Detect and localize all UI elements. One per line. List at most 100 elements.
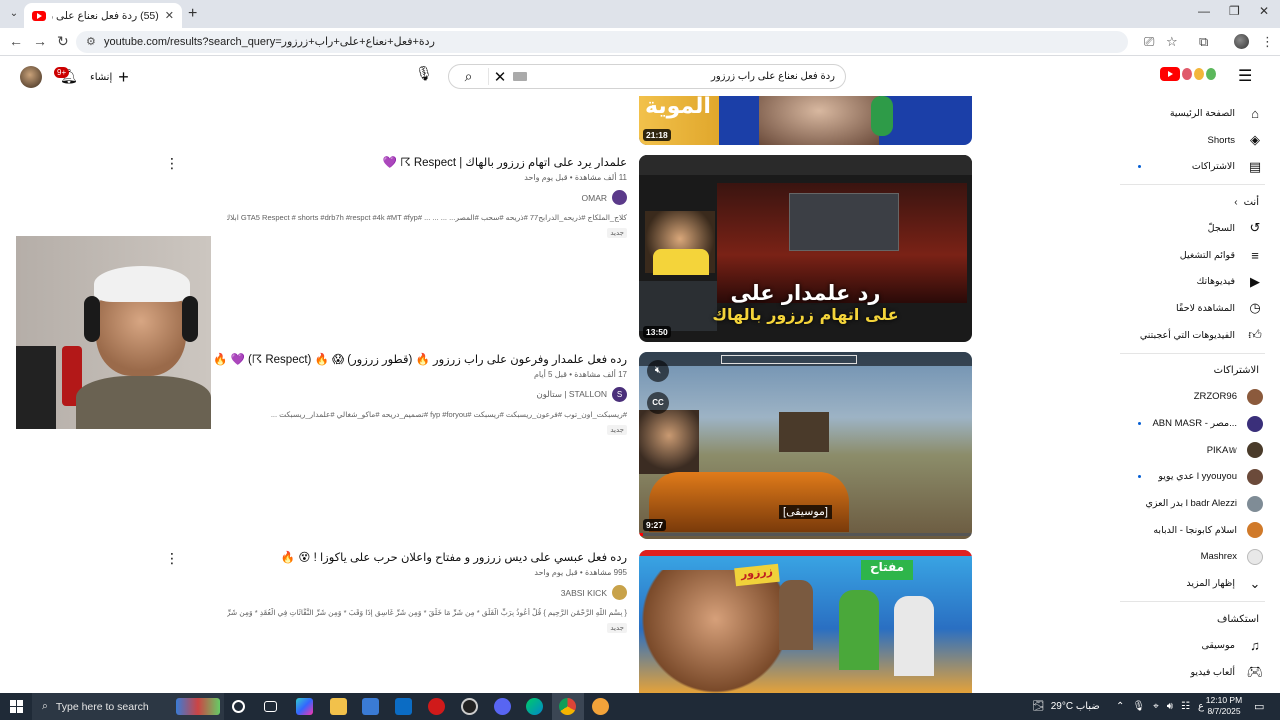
video-thumbnail[interactable]: رد علمدار على على اتهام زرزور بالهاك 13:… (639, 155, 972, 342)
clear-search-icon[interactable]: ✕ (489, 68, 511, 86)
sidebar-item-shorts[interactable]: Shorts ◈ (1120, 127, 1265, 154)
create-button[interactable]: إنشاء + (90, 66, 140, 88)
sidebar-item-home[interactable]: الصفحة الرئيسية ⌂ (1120, 100, 1265, 127)
account-avatar[interactable] (20, 66, 42, 88)
sidebar-channel[interactable]: عدي يويو l yyouyou (1120, 464, 1265, 491)
taskbar-clock[interactable]: 12:10 PM 8/7/2025 (1200, 695, 1248, 717)
opera-icon[interactable] (428, 698, 445, 715)
extensions-icon[interactable]: ⧉ (1199, 34, 1208, 50)
voice-search-mic-icon[interactable]: 🎙︎ (413, 65, 435, 87)
task-view-icon[interactable] (264, 701, 277, 712)
video-title[interactable]: رده فعل عبسي على ديس زرزور و مفتاح واعلا… (227, 550, 627, 566)
captions-icon[interactable]: CC (647, 392, 669, 414)
channel-avatar[interactable] (612, 190, 627, 205)
browser-tab[interactable]: (55) ردة فعل نعناع على راب زرزور ✕ (24, 3, 182, 28)
sidebar-channel[interactable]: ABN MASR - مصر... (1120, 410, 1265, 437)
sidebar-item-watch-later[interactable]: المشاهدة لاحقًا ◷ (1120, 295, 1265, 322)
sidebar-item-playlists[interactable]: قوائم التشغيل ≡ (1120, 242, 1265, 269)
video-title[interactable]: علمدار يرد على اتهام زرزور بالهاك | Resp… (227, 155, 627, 171)
more-actions-icon[interactable]: ⋮ (165, 550, 179, 567)
youtube-logo-icon (1160, 67, 1180, 81)
search-box[interactable]: ⌕ ✕ ردة فعل نعناع على راب زرزور (448, 64, 846, 89)
notification-center-icon[interactable]: ▭ (1254, 700, 1264, 713)
edge-icon[interactable] (526, 698, 543, 715)
search-icon[interactable]: ⌕ (449, 68, 489, 85)
video-duration: 13:50 (643, 326, 671, 338)
app-icon[interactable] (592, 698, 609, 715)
channel-row[interactable]: 3ABSI KICK (227, 585, 627, 600)
address-bar[interactable]: ⚙ youtube.com/results?search_query=ردة+ف… (76, 31, 1128, 53)
video-thumbnail-top[interactable]: الموية 21:18 (639, 96, 972, 145)
sidebar-channel[interactable]: اسلام كابونجا - الدبابه (1120, 517, 1265, 544)
profile-avatar[interactable] (1234, 34, 1249, 49)
restore-icon[interactable]: ❐ (1229, 4, 1240, 18)
sidebar-channel[interactable]: PIKA𝕨 (1120, 437, 1265, 464)
window-close-icon[interactable]: ✕ (1259, 4, 1269, 18)
new-tab-icon[interactable]: + (188, 5, 197, 23)
sidebar-item-music[interactable]: موسيقى ♫ (1120, 632, 1265, 659)
file-explorer-icon[interactable] (330, 698, 347, 715)
sidebar-channel[interactable]: ZRZOR96 (1120, 384, 1265, 411)
video-result[interactable]: زرزور مفتاح ⋮ رده فعل عبسي على ديس زرزور… (165, 550, 972, 693)
channel-avatar[interactable]: S (612, 387, 627, 402)
channel-avatar (1247, 495, 1263, 512)
channel-name[interactable]: 3ABSI KICK (561, 588, 607, 598)
outlook-icon[interactable] (395, 698, 412, 715)
sidebar-you-header[interactable]: ‹ أنت (1120, 189, 1265, 215)
bookmark-star-icon[interactable]: ☆ (1166, 34, 1178, 50)
site-info-icon[interactable]: ⚙ (86, 31, 96, 53)
taskbar-widget-icon[interactable] (176, 698, 220, 715)
tray-chevron-icon[interactable]: ⌃ (1116, 701, 1124, 712)
reload-icon[interactable]: ↻ (57, 33, 69, 50)
video-thumbnail[interactable]: زرزور مفتاح (639, 550, 972, 693)
sidebar-item-history[interactable]: السجلّ ↺ (1120, 215, 1265, 242)
youtube-logo[interactable] (1160, 67, 1216, 81)
channel-name[interactable]: STALLON | ستالون (536, 389, 607, 400)
volume-icon[interactable]: 🔊︎ (1167, 701, 1173, 712)
sidebar-item-gaming[interactable]: ألعاب فيديو 🎮︎ (1120, 659, 1265, 686)
obs-icon[interactable] (461, 698, 478, 715)
guide-menu-icon[interactable]: ☰ (1238, 66, 1252, 86)
install-app-icon[interactable]: ⎚ (1144, 34, 1154, 50)
video-thumbnail[interactable]: 🔇︎ CC [موسيقى] 9:27 (639, 352, 972, 539)
copilot-icon[interactable] (296, 698, 313, 715)
channel-name[interactable]: OMAR (582, 193, 608, 203)
video-title[interactable]: رده فعل علمدار وفرعون على راب زرزور 🔥 (ق… (213, 352, 627, 368)
chrome-icon[interactable] (559, 698, 576, 715)
mute-icon[interactable]: 🔇︎ (647, 360, 669, 382)
network-icon[interactable]: ☷ (1181, 701, 1190, 712)
tab-search-icon[interactable]: ⌄ (6, 6, 22, 22)
sidebar-show-more[interactable]: إظهار المزيد ⌄ (1120, 570, 1265, 597)
video-result[interactable]: رد علمدار على على اتهام زرزور بالهاك 13:… (165, 155, 972, 343)
video-duration: 21:18 (643, 129, 671, 141)
channel-row[interactable]: OMAR (227, 190, 627, 205)
search-input[interactable]: ردة فعل نعناع على راب زرزور (527, 71, 845, 82)
forward-icon[interactable]: → (33, 33, 47, 49)
sidebar-item-label: Shorts (1207, 134, 1235, 146)
sidebar-channel[interactable]: Mashrex (1120, 544, 1265, 571)
browser-menu-icon[interactable]: ⋮ (1261, 34, 1274, 50)
channel-row[interactable]: S STALLON | ستالون (227, 387, 627, 402)
music-icon: ♫ (1250, 637, 1260, 653)
progress-bar[interactable] (639, 533, 643, 536)
minimize-icon[interactable]: — (1198, 4, 1210, 18)
weather-widget[interactable]: 🌫︎ 29°C ضباب (1032, 693, 1100, 720)
sidebar-item-liked[interactable]: الفيديوهات التي أعجبتني 👍︎ (1120, 322, 1265, 349)
keyboard-icon[interactable] (513, 72, 527, 81)
discord-icon[interactable] (494, 698, 511, 715)
tab-close-icon[interactable]: ✕ (165, 9, 174, 22)
cortana-icon[interactable] (232, 700, 245, 713)
store-icon[interactable] (362, 698, 379, 715)
more-actions-icon[interactable]: ⋮ (165, 155, 179, 172)
sidebar-item-subscriptions[interactable]: الاشتراكات ▤ (1120, 153, 1265, 180)
channel-avatar[interactable] (612, 585, 627, 600)
microphone-icon[interactable]: 🎙︎ (1132, 701, 1145, 712)
browser-toolbar: ← → ↻ ⚙ youtube.com/results?search_query… (0, 28, 1280, 56)
video-stats: 17 ألف مشاهدة • قبل 5 أيام (533, 370, 627, 379)
sidebar-channel[interactable]: بدر العزي l badr Alezzi (1120, 490, 1265, 517)
location-icon[interactable]: ⌖ (1153, 701, 1159, 712)
windows-start-icon[interactable] (10, 700, 23, 713)
video-result[interactable]: 🔇︎ CC [موسيقى] 9:27 رده فعل علمدار وفرعو… (210, 352, 972, 540)
back-icon[interactable]: ← (9, 33, 23, 49)
sidebar-item-your-videos[interactable]: فيديوهاتك ▶ (1120, 268, 1265, 295)
